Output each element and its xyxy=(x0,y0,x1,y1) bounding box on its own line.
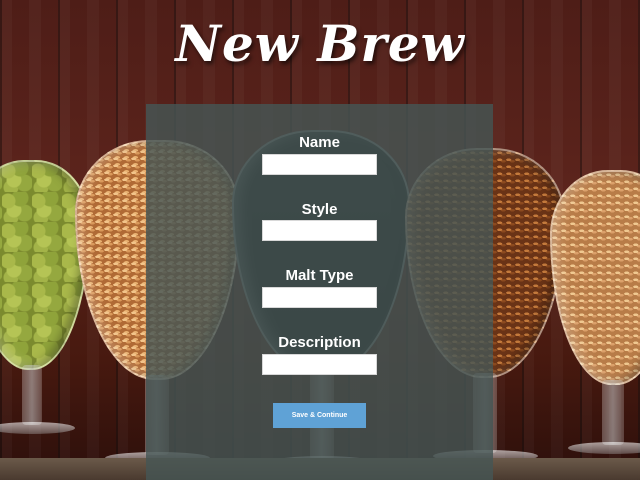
malt-type-input[interactable] xyxy=(262,287,377,308)
description-input[interactable] xyxy=(262,354,377,375)
new-brew-form: Name Style Malt Type Description Save & … xyxy=(146,104,493,480)
name-label: Name xyxy=(299,134,340,151)
malt-type-label: Malt Type xyxy=(285,267,354,284)
style-input[interactable] xyxy=(262,220,377,241)
style-label: Style xyxy=(301,201,338,218)
light-malt-glass xyxy=(550,170,640,480)
page-title: New Brew xyxy=(175,14,465,73)
name-input[interactable] xyxy=(262,154,377,175)
description-label: Description xyxy=(278,334,361,351)
save-continue-button[interactable]: Save & Continue xyxy=(273,403,366,428)
